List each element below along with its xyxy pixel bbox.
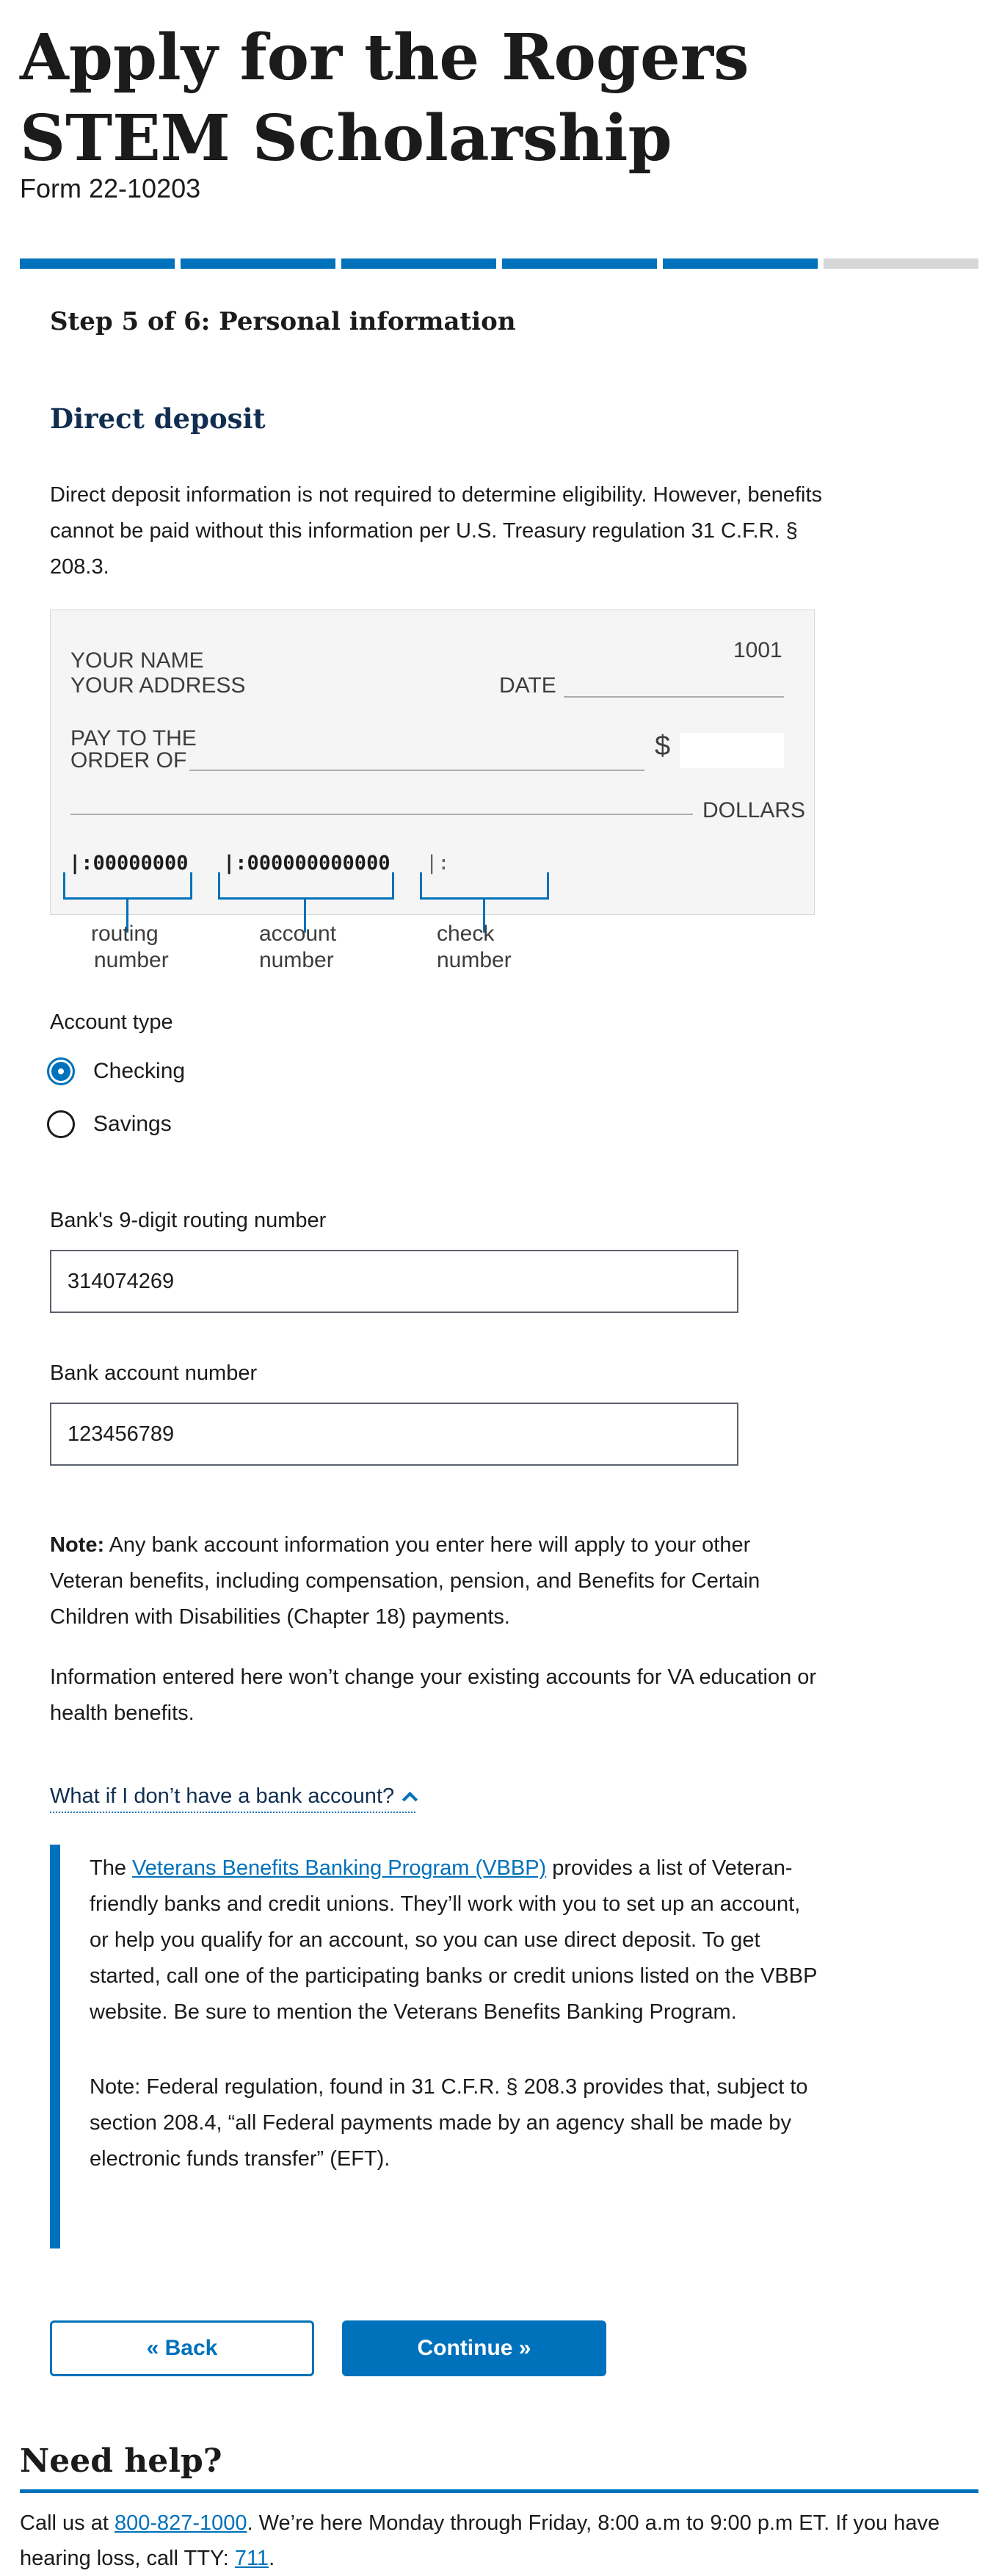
phone-link[interactable]: 800-827-1000	[115, 2511, 247, 2535]
form-number: Form 22-10203	[20, 173, 201, 203]
existing-accounts-note: Information entered here won’t change yo…	[50, 1665, 817, 1725]
check-pay-to-line2: ORDER OF	[70, 748, 187, 773]
radio-savings-label[interactable]: Savings	[93, 1112, 172, 1137]
routing-number-label: Bank's 9-digit routing number	[50, 1209, 327, 1232]
need-help-divider	[20, 2489, 978, 2493]
check-payee-line	[189, 770, 644, 771]
account-number-input[interactable]	[50, 1403, 738, 1466]
vbbp-paragraph: The Veterans Benefits Banking Program (V…	[90, 1850, 824, 2030]
note-text: Any bank account information you enter h…	[50, 1533, 760, 1629]
caption-line: check	[437, 922, 495, 946]
section-title: Direct deposit	[50, 402, 266, 435]
progress-segment	[824, 258, 978, 269]
radio-checking[interactable]: Checking	[47, 1057, 185, 1085]
direct-deposit-intro: Direct deposit information is not requir…	[50, 483, 823, 579]
note-bold-label: Note:	[50, 1533, 105, 1557]
check-account-code: |:000000000000	[223, 852, 390, 875]
caption-line: account	[259, 922, 337, 946]
continue-button[interactable]: Continue »	[342, 2320, 606, 2376]
progress-segment	[502, 258, 657, 269]
need-help-heading: Need help?	[20, 2442, 222, 2480]
check-date-line	[564, 696, 784, 698]
account-bracket	[218, 872, 394, 900]
tty-link[interactable]: 711	[235, 2547, 269, 2570]
eft-regulation-note: Note: Federal regulation, found in 31 C.…	[90, 2075, 808, 2171]
no-bank-account-content: The Veterans Benefits Banking Program (V…	[50, 1845, 828, 2248]
back-button[interactable]: « Back	[50, 2320, 314, 2376]
progress-segment	[20, 258, 175, 269]
check-routing-code: |:00000000	[69, 852, 189, 875]
check-check-code: |:	[426, 852, 450, 875]
progress-segment	[181, 258, 335, 269]
caption-line: number	[437, 948, 512, 972]
progress-segment	[663, 258, 818, 269]
progress-bar	[20, 258, 978, 269]
bank-info-note: Note: Any bank account information you e…	[50, 1527, 828, 1635]
page-title: Apply for the Rogers STEM Scholarship	[20, 21, 749, 176]
step-title: Step 5 of 6: Personal information	[50, 307, 516, 336]
vbbp-text: The	[90, 1856, 133, 1880]
account-number-label: Bank account number	[50, 1361, 258, 1385]
check-number-caption: check number	[437, 921, 512, 974]
check-your-address: YOUR ADDRESS	[70, 673, 246, 698]
progress-segment	[341, 258, 496, 269]
caption-line: number	[94, 948, 169, 972]
check-number-bracket	[420, 872, 549, 900]
check-dollar-sign: $	[655, 731, 671, 761]
routing-bracket	[63, 872, 192, 900]
routing-number-input[interactable]	[50, 1250, 738, 1313]
expander-label[interactable]: What if I don’t have a bank account?	[50, 1784, 394, 1809]
check-date-label: DATE	[499, 673, 556, 698]
vbbp-text: provides a list of Veteran-friendly bank…	[90, 1856, 817, 2024]
need-help-text: Call us at 800-827-1000. We’re here Mond…	[20, 2506, 978, 2576]
check-number-text: 1001	[733, 638, 782, 662]
caption-line: number	[259, 948, 334, 972]
radio-savings[interactable]: Savings	[47, 1110, 172, 1138]
account-number-caption: account number	[259, 921, 336, 974]
caption-line: routing	[91, 922, 159, 946]
check-pay-to-line1: PAY TO THE	[70, 726, 197, 750]
vbbp-link[interactable]: Veterans Benefits Banking Program (VBBP)	[132, 1856, 546, 1880]
check-amount-words-line	[70, 814, 693, 815]
no-bank-account-expander[interactable]: What if I don’t have a bank account?	[50, 1784, 418, 1813]
radio-checking-label[interactable]: Checking	[93, 1059, 185, 1084]
check-dollars-label: DOLLARS	[702, 798, 806, 822]
chevron-up-icon[interactable]	[402, 1791, 418, 1808]
radio-savings-button[interactable]	[47, 1110, 75, 1138]
help-text-part: .	[269, 2547, 275, 2570]
check-amount-box	[680, 733, 784, 768]
routing-number-caption: routing number	[91, 921, 169, 974]
account-type-label: Account type	[50, 1010, 173, 1034]
check-your-name: YOUR NAME	[70, 648, 204, 673]
help-text-part: Call us at	[20, 2511, 115, 2535]
radio-checking-button[interactable]	[47, 1057, 75, 1085]
sample-check-image: 1001 YOUR NAME YOUR ADDRESS DATE PAY TO …	[50, 609, 815, 933]
